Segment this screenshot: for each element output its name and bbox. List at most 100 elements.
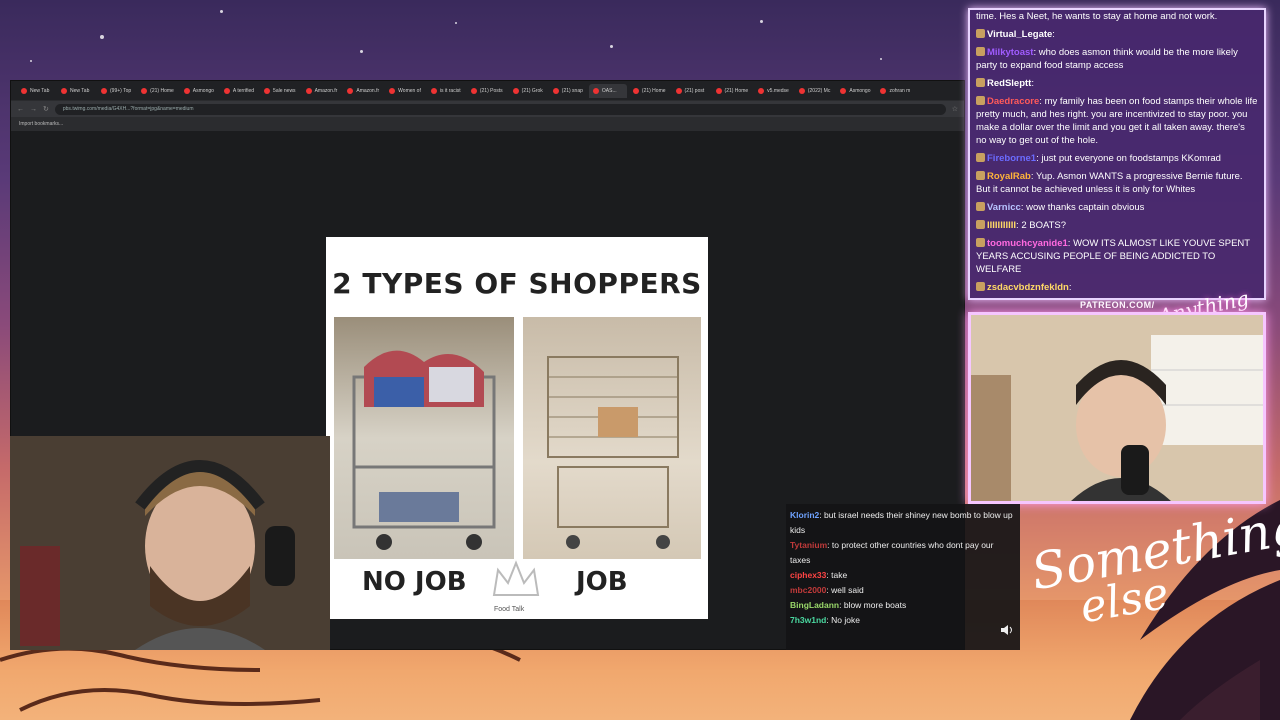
- tab-label: (21) post: [684, 87, 705, 94]
- streamer-webcam-left: [10, 436, 330, 650]
- no-job-label: NO JOB: [362, 567, 467, 597]
- tab-label: (21) Grok: [521, 87, 543, 94]
- chat-text: but israel needs their shiney new bomb t…: [790, 510, 1013, 535]
- tab-favicon-icon: [430, 87, 437, 94]
- chat-message: toomuchcyanide1: WOW ITS ALMOST LIKE YOU…: [976, 238, 1250, 275]
- chat-message: Fireborne1: just put everyone on foodsta…: [976, 152, 1258, 165]
- patreon-text: PATREON.COM/: [1080, 300, 1155, 310]
- browser-tab[interactable]: (21) post: [672, 84, 710, 98]
- reload-icon[interactable]: ↻: [43, 105, 49, 113]
- chat-username[interactable]: toomuchcyanide1: [987, 238, 1068, 249]
- address-bar-row: ← → ↻ pbs.twimg.com/media/G4XH...?format…: [11, 101, 964, 117]
- browser-tab[interactable]: Women of: [385, 84, 425, 98]
- chat-username[interactable]: Fireborne1: [987, 153, 1036, 164]
- tab-favicon-icon: [183, 87, 190, 94]
- star-icon[interactable]: ☆: [952, 105, 958, 113]
- guest-webcam-right: [968, 312, 1266, 504]
- browser-tab[interactable]: is it racist: [427, 84, 465, 98]
- chat-message: Tytanium: to protect other countries who…: [790, 540, 994, 565]
- tab-label: (21) snap: [561, 87, 583, 94]
- tab-favicon-icon: [21, 87, 27, 94]
- chat-username[interactable]: BingLadann: [790, 600, 839, 610]
- chat-username[interactable]: ciphex33: [790, 570, 826, 580]
- browser-tab[interactable]: Asmongo: [180, 84, 218, 98]
- chat-username[interactable]: zsdacvbdznfekldn: [987, 282, 1069, 293]
- back-icon[interactable]: ←: [17, 106, 24, 113]
- chat-badge-icon: [976, 29, 985, 38]
- tab-favicon-icon: [552, 87, 559, 94]
- browser-tab[interactable]: (21) Home: [712, 84, 753, 98]
- tab-label: New Tab: [70, 87, 90, 94]
- chat-text: well said: [831, 585, 864, 595]
- browser-tab[interactable]: v5.medse: [754, 84, 793, 98]
- tab-label: Amazon.fr: [314, 87, 338, 94]
- meme-title: 2 TYPES OF SHOPPERS: [332, 267, 702, 300]
- chat-text: time. Hes a Neet, he wants to stay at ho…: [976, 11, 1218, 22]
- browser-tab[interactable]: (21) Posts: [467, 84, 507, 98]
- chat-username[interactable]: RoyalRab: [987, 171, 1031, 182]
- full-cart-photo: [334, 317, 514, 559]
- chat-message: BingLadann: blow more boats: [790, 600, 907, 610]
- chat-badge-icon: [976, 153, 985, 162]
- chat-text: blow more boats: [843, 600, 907, 610]
- chat-badge-icon: [976, 238, 985, 247]
- chat-message: time. Hes a Neet, he wants to stay at ho…: [976, 10, 1258, 23]
- chat-username[interactable]: Tytanium: [790, 540, 827, 550]
- chat-username[interactable]: Virtual_Legate: [987, 29, 1052, 40]
- chat-message: RoyalRab: Yup. Asmon WANTS a progressive…: [976, 171, 1243, 195]
- browser-tab[interactable]: Amazon.fr: [343, 84, 383, 98]
- chat-badge-icon: [976, 171, 985, 180]
- browser-tab[interactable]: 5ale news: [260, 84, 300, 98]
- import-bookmarks-link[interactable]: Import bookmarks...: [19, 121, 63, 127]
- chat-message: RedSleptt:: [976, 77, 1258, 90]
- url-input[interactable]: pbs.twimg.com/media/G4XH...?format=jpg&n…: [54, 103, 946, 115]
- browser-tab[interactable]: OAS...: [588, 83, 627, 98]
- browser-tab[interactable]: Asmongo: [836, 84, 874, 98]
- tab-label: (99+) Top: [110, 87, 132, 94]
- browser-tab[interactable]: Amazon.fr: [302, 84, 342, 98]
- forward-icon[interactable]: →: [30, 106, 37, 113]
- chat-username[interactable]: Milkytoast: [987, 47, 1033, 58]
- browser-tab[interactable]: New Tab: [57, 84, 95, 98]
- browser-tab[interactable]: (21) Grok: [509, 84, 547, 98]
- chat-message: mbc2000: well said: [790, 585, 864, 595]
- chat-text: take: [831, 570, 848, 580]
- browser-tab[interactable]: (99+) Top: [97, 84, 135, 98]
- chat-username[interactable]: Klorin2: [790, 510, 819, 520]
- chat-username[interactable]: RedSleptt: [987, 78, 1031, 89]
- chat-username[interactable]: mbc2000: [790, 585, 826, 595]
- tab-favicon-icon: [389, 87, 396, 94]
- chat-message: Virtual_Legate:: [976, 28, 1258, 41]
- chat-username[interactable]: Daedracore: [987, 96, 1039, 107]
- chat-username[interactable]: Varnicc: [987, 202, 1021, 213]
- browser-tab[interactable]: (21) Home: [629, 84, 670, 98]
- browser-tab[interactable]: (21) snap: [549, 84, 587, 98]
- tab-favicon-icon: [101, 87, 107, 94]
- chat-message: ciphex33: take: [790, 570, 848, 580]
- tab-favicon-icon: [715, 87, 722, 94]
- tab-favicon-icon: [264, 87, 271, 94]
- chat-username[interactable]: IIIIIIIIIII: [987, 220, 1016, 231]
- tab-label: is it racist: [439, 87, 461, 94]
- chat-username[interactable]: 7h3w1nd: [790, 615, 826, 625]
- chat-badge-icon: [976, 202, 985, 211]
- job-label: JOB: [576, 567, 628, 597]
- browser-tab[interactable]: A terrified: [220, 84, 258, 98]
- tab-favicon-icon: [798, 87, 805, 94]
- browser-tab[interactable]: (21) Home: [137, 84, 178, 98]
- browser-tab[interactable]: New Tab: [17, 84, 55, 98]
- volume-icon[interactable]: [1000, 624, 1014, 636]
- empty-cart-photo: [523, 317, 701, 559]
- tab-favicon-icon: [512, 87, 519, 94]
- browser-tab[interactable]: (2022) Mc: [795, 84, 835, 98]
- chat-text: just put everyone on foodstamps KKomrad: [1041, 153, 1221, 164]
- chat-message: Milkytoast: who does asmon think would b…: [976, 47, 1238, 71]
- chat-panel-bottom: Klorin2: but israel needs their shiney n…: [786, 504, 1020, 650]
- chat-message: 7h3w1nd: No joke: [790, 615, 860, 625]
- tab-label: (2022) Mc: [807, 87, 831, 94]
- tab-favicon-icon: [840, 87, 847, 94]
- chat-badge-icon: [976, 78, 985, 87]
- chat-message: Klorin2: but israel needs their shiney n…: [790, 510, 1013, 535]
- chat-badge-icon: [976, 47, 985, 56]
- browser-tab[interactable]: zohran m: [876, 84, 914, 98]
